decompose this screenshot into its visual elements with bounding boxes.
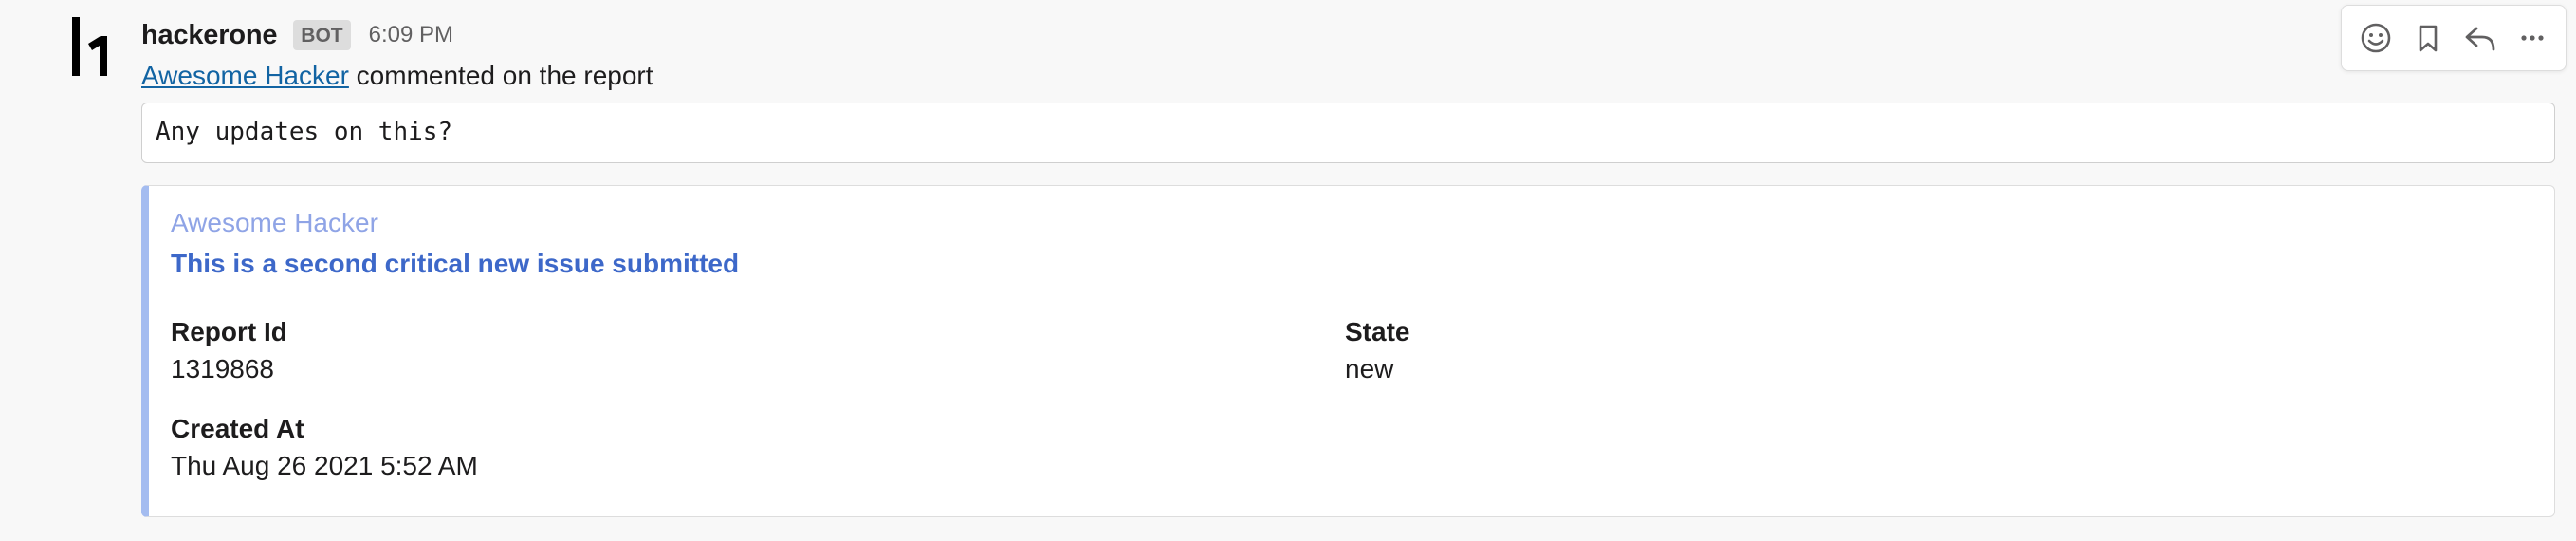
field-state: State new: [1345, 316, 1409, 385]
save-message-button[interactable]: [2405, 15, 2451, 61]
field-label: Report Id: [171, 317, 287, 346]
more-icon: [2520, 35, 2544, 41]
field-value: 1319868: [171, 354, 275, 383]
message-header: hackerone BOT 6:09 PM: [141, 15, 2555, 55]
hackerone-logo-icon: [72, 17, 107, 76]
more-actions-button[interactable]: [2510, 15, 2555, 61]
field-report-id: Report Id 1319868: [171, 316, 287, 385]
message-text: Awesome Hacker commented on the report: [141, 59, 2555, 93]
actor-link[interactable]: Awesome Hacker: [141, 61, 349, 90]
action-text: commented on the report: [348, 61, 653, 90]
field-label: State: [1345, 317, 1410, 346]
attachment-title[interactable]: This is a second critical new issue subm…: [171, 248, 2554, 280]
sender-name[interactable]: hackerone: [141, 20, 277, 51]
field-value: Thu Aug 26 2021 5:52 AM: [171, 451, 478, 480]
reply-icon: [2465, 27, 2494, 51]
bookmark-icon: [2419, 25, 2437, 52]
reply-button[interactable]: [2457, 15, 2503, 61]
attachment-fields: Report Id 1319868 State new Created At T…: [171, 316, 2554, 506]
message-actions-toolbar: [2341, 5, 2567, 71]
hackerone-logo-avatar[interactable]: [66, 15, 116, 78]
comment-code-block: Any updates on this?: [141, 103, 2555, 163]
message-content: hackerone BOT 6:09 PM Awesome Hacker com…: [141, 15, 2555, 517]
bot-badge: BOT: [293, 20, 351, 50]
field-value: new: [1345, 354, 1394, 383]
field-created-at: Created At Thu Aug 26 2021 5:52 AM: [171, 413, 478, 482]
report-attachment: Awesome Hacker This is a second critical…: [141, 185, 2555, 517]
field-label: Created At: [171, 414, 304, 443]
add-reaction-button[interactable]: [2353, 15, 2399, 61]
chat-message: hackerone BOT 6:09 PM Awesome Hacker com…: [0, 0, 2576, 541]
emoji-icon: [2361, 23, 2390, 53]
message-timestamp[interactable]: 6:09 PM: [369, 22, 453, 48]
attachment-author: Awesome Hacker: [171, 208, 378, 237]
